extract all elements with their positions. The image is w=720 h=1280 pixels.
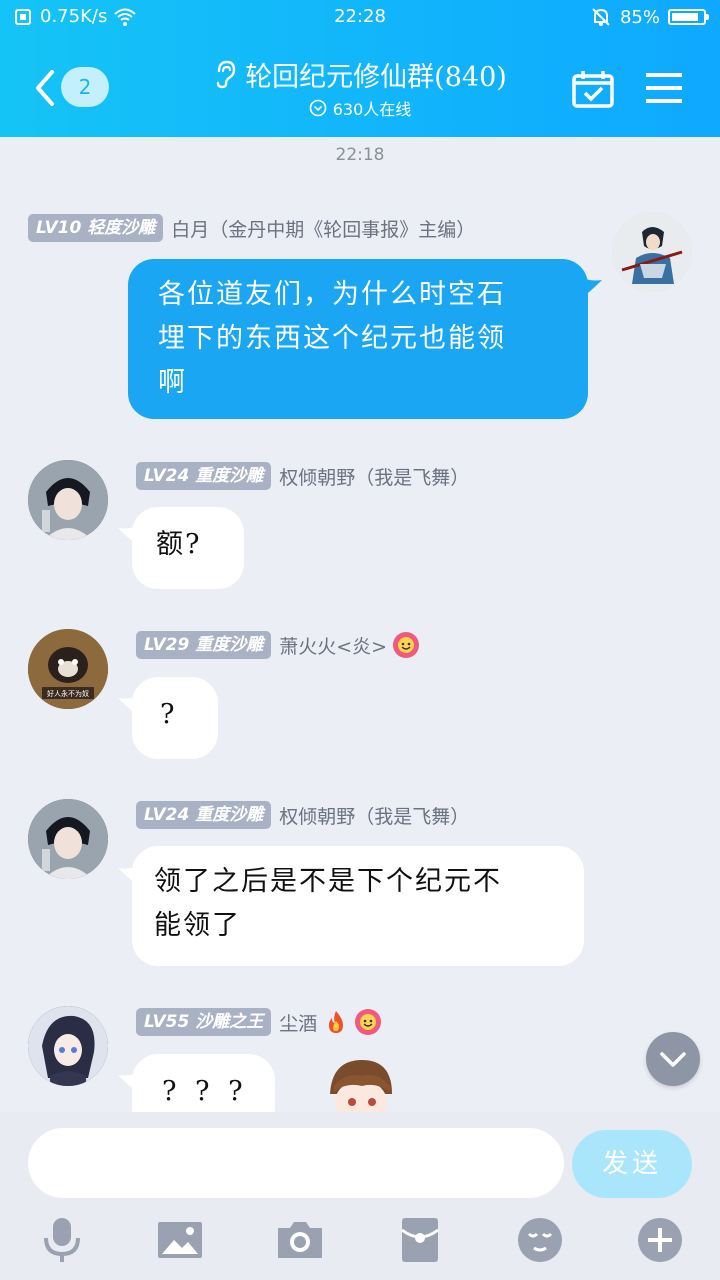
- avatar[interactable]: 好人永不为奴: [28, 629, 108, 709]
- online-count-text: 630人在线: [332, 100, 412, 119]
- status-right: 85%: [590, 6, 709, 28]
- message-timestamp: 22:18: [335, 145, 385, 165]
- level-badge: LV29 重度沙雕: [136, 631, 272, 659]
- level-badge: LV10 轻度沙雕: [28, 214, 164, 242]
- send-button[interactable]: 发送: [572, 1130, 692, 1198]
- message-bubble[interactable]: 额?: [132, 507, 244, 589]
- battery-icon: [668, 9, 709, 25]
- sender-tag: LV24 重度沙雕 权倾朝野（我是飞舞）: [136, 461, 469, 491]
- group-title-text: 轮回纪元修仙群(840): [245, 61, 507, 93]
- avatar[interactable]: [612, 212, 692, 292]
- message-line: 能领了: [154, 910, 241, 941]
- avatar[interactable]: [28, 799, 108, 879]
- chevron-down-circle-icon: [309, 99, 327, 117]
- menu-icon[interactable]: [646, 72, 682, 104]
- bubble-tail: [118, 524, 140, 548]
- red-packet-icon[interactable]: [396, 1216, 444, 1264]
- camera-icon[interactable]: [276, 1216, 324, 1264]
- message-bubble[interactable]: ?: [132, 677, 218, 759]
- bubble-tail: [118, 864, 140, 888]
- chevron-down-icon: [660, 1052, 686, 1086]
- sender-name[interactable]: 尘酒: [279, 1009, 317, 1036]
- message-line: 埋下的东西这个纪元也能领: [158, 323, 506, 354]
- bubble-tail: [118, 694, 140, 718]
- message-input[interactable]: [28, 1128, 564, 1198]
- calendar-check-icon[interactable]: [572, 70, 614, 108]
- level-badge: LV55 沙雕之王: [136, 1008, 272, 1036]
- message-text: 额?: [156, 529, 202, 560]
- message-line: 领了之后是不是下个纪元不: [154, 866, 502, 897]
- bubble-tail: [580, 276, 602, 300]
- sender-tag: LV10 轻度沙雕 白月（金丹中期《轮回事报》主编）: [28, 213, 475, 243]
- message-bubble[interactable]: 领了之后是不是下个纪元不 能领了: [132, 846, 584, 966]
- fire-emoji-icon: [323, 1009, 349, 1035]
- microphone-icon[interactable]: [38, 1216, 86, 1264]
- plus-icon[interactable]: [636, 1216, 684, 1264]
- battery-fill: [672, 13, 698, 21]
- emoji-icon[interactable]: [516, 1216, 564, 1264]
- ear-icon: [216, 60, 236, 89]
- message-bubble[interactable]: 各位道友们，为什么时空石 埋下的东西这个纪元也能领 啊: [128, 259, 588, 419]
- sender-name[interactable]: 白月（金丹中期《轮回事报》主编）: [171, 215, 475, 242]
- sender-tag: LV29 重度沙雕 萧火火<炎>: [136, 630, 420, 660]
- image-icon[interactable]: [156, 1216, 204, 1264]
- battery-percent: 85%: [619, 6, 660, 28]
- message-line: 各位道友们，为什么时空石: [158, 279, 506, 310]
- sender-tag: LV24 重度沙雕 权倾朝野（我是飞舞）: [136, 800, 469, 830]
- sender-name[interactable]: 权倾朝野（我是飞舞）: [279, 463, 469, 490]
- message-text: ? ? ?: [162, 1076, 245, 1107]
- smiley-emoji-icon: [355, 1009, 382, 1035]
- message-text: ?: [160, 699, 177, 730]
- sender-name[interactable]: 萧火火<炎>: [279, 632, 387, 659]
- avatar-caption: 好人永不为奴: [47, 689, 89, 698]
- bell-muted-icon: [592, 8, 610, 26]
- bubble-tail: [118, 1071, 140, 1095]
- level-badge: LV24 重度沙雕: [136, 462, 272, 490]
- group-title[interactable]: 轮回纪元修仙群(840): [150, 54, 570, 94]
- scroll-to-bottom-button[interactable]: [646, 1032, 700, 1086]
- sender-tag: LV55 沙雕之王 尘酒: [136, 1007, 382, 1037]
- avatar[interactable]: [28, 1006, 108, 1086]
- chat-header: 0.75K/s 22:28 85% 2 轮回纪元修仙群(840) 630人在线: [0, 0, 720, 137]
- avatar[interactable]: [28, 460, 108, 540]
- sender-name[interactable]: 权倾朝野（我是飞舞）: [279, 802, 469, 829]
- status-bar: 0.75K/s 22:28 85%: [0, 0, 720, 34]
- level-badge: LV24 重度沙雕: [136, 801, 272, 829]
- message-line: 啊: [158, 367, 187, 398]
- smiley-emoji-icon: [393, 632, 420, 658]
